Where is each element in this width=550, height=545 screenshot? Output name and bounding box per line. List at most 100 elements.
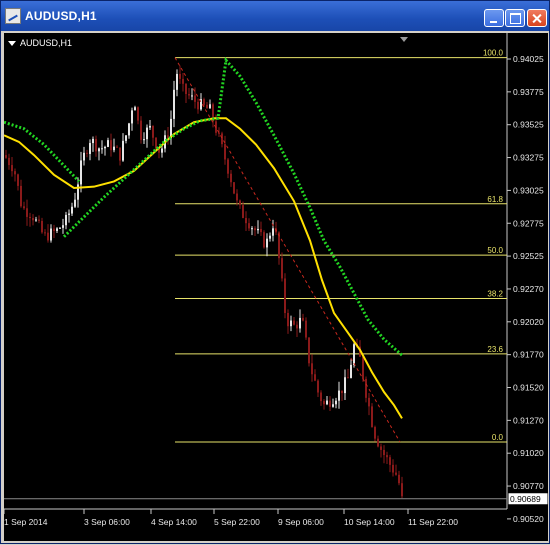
y-tick-label: 0.92020 [513, 317, 544, 327]
candle-body [341, 390, 343, 394]
candle-body [92, 138, 94, 144]
candle-body [95, 138, 97, 152]
candle-body [11, 165, 13, 172]
close-button[interactable] [527, 9, 547, 27]
candle-body [104, 146, 106, 149]
candle-body [344, 377, 346, 394]
chart-canvas[interactable]: 0.94025 0.93775 0.93525 0.93275 0.93025 0.927… [3, 33, 549, 541]
candle-body [17, 174, 19, 186]
candle-body [254, 228, 256, 231]
candle-body [293, 320, 295, 325]
candle-body [392, 464, 394, 473]
candle-body [122, 140, 124, 161]
candle-body [272, 228, 274, 236]
candle-body [53, 228, 55, 231]
y-tick-label: 0.92525 [513, 251, 544, 261]
chart-shift-marker-icon[interactable] [400, 37, 408, 42]
y-tick-label: 0.93025 [513, 185, 544, 195]
candle-body [173, 89, 175, 119]
candle-body [242, 205, 244, 218]
chart-symbol-text: AUDUSD,H1 [20, 38, 73, 48]
candle-body [371, 406, 373, 428]
candle-body [176, 73, 178, 90]
y-tick-label: 0.93775 [513, 87, 544, 97]
chart-window-icon[interactable] [5, 8, 21, 24]
y-tick-label: 0.92270 [513, 284, 544, 294]
price-chart[interactable]: 0.94025 0.93775 0.93525 0.93275 0.93025 0.927… [3, 33, 549, 541]
y-tick-label: 0.93525 [513, 120, 544, 130]
candle-body [377, 438, 379, 447]
candle-body [68, 213, 70, 215]
candle-body [191, 95, 193, 97]
candle-body [152, 125, 154, 138]
candle-body [305, 320, 307, 338]
fib-level-label: 50.0 [487, 246, 503, 255]
candle-body [257, 228, 259, 231]
current-price-label: 0.90689 [510, 494, 541, 504]
candle-body [347, 377, 349, 379]
candle-body [119, 147, 121, 161]
fib-level-label: 100.0 [483, 49, 504, 58]
candle-body [161, 148, 163, 153]
candle-body [179, 73, 181, 79]
candle-body [86, 152, 88, 154]
x-tick-label: 4 Sep 14:00 [151, 517, 197, 527]
candle-body [35, 219, 37, 221]
y-tick-label: 0.91270 [513, 415, 544, 425]
candle-body [44, 232, 46, 234]
candle-body [32, 217, 34, 221]
fib-trendline [174, 57, 401, 443]
candle-body [221, 133, 223, 145]
candle-body [338, 390, 340, 401]
candle-body [398, 474, 400, 484]
candle-body [290, 320, 292, 327]
candle-body [149, 125, 151, 128]
candle-body [335, 400, 337, 405]
candle-body [296, 324, 298, 329]
candle-body [245, 217, 247, 224]
fib-level-label: 61.8 [487, 195, 503, 204]
candle-body [71, 206, 73, 214]
candle-body [374, 427, 376, 439]
candle-body [98, 148, 100, 152]
candle-body [116, 146, 118, 148]
candle-body [8, 157, 10, 166]
candle-body [233, 182, 235, 194]
candle-body [23, 206, 25, 209]
candle-body [80, 160, 82, 185]
candle-body [14, 171, 16, 175]
candle-body [224, 144, 226, 160]
candle-body [302, 317, 304, 321]
candle-body [113, 146, 115, 151]
candle-body [287, 313, 289, 327]
candle-body [269, 235, 271, 239]
chart-window: AUDUSD,H1 0.94025 0.93775 0.93525 0.93275 0.… [0, 0, 550, 544]
candle-body [362, 356, 364, 379]
title-bar[interactable]: AUDUSD,H1 [1, 1, 549, 31]
candle-body [389, 457, 391, 465]
candle-body [185, 83, 187, 95]
candle-body [56, 228, 58, 231]
candle-body [320, 392, 322, 402]
candle-body [353, 344, 355, 365]
y-tick-label: 0.91020 [513, 448, 544, 458]
candle-body [59, 227, 61, 229]
x-tick-label: 3 Sep 06:00 [84, 517, 130, 527]
candle-body [5, 155, 7, 158]
candle-body [380, 446, 382, 450]
maximize-button[interactable] [505, 9, 525, 27]
candle-body [101, 148, 103, 150]
candle-body [281, 258, 283, 279]
chart-symbol-label[interactable]: AUDUSD,H1 [8, 38, 72, 48]
candle-body [227, 159, 229, 174]
chevron-down-icon[interactable] [8, 41, 16, 47]
candle-body [107, 140, 109, 147]
candle-body [308, 337, 310, 364]
x-tick-label: 1 Sep 2014 [4, 517, 48, 527]
candle-body [89, 143, 91, 154]
candle-body [386, 455, 388, 458]
candle-body [50, 228, 52, 241]
minimize-button[interactable] [484, 9, 504, 27]
x-tick-label: 9 Sep 06:00 [278, 517, 324, 527]
candle-body [311, 363, 313, 375]
